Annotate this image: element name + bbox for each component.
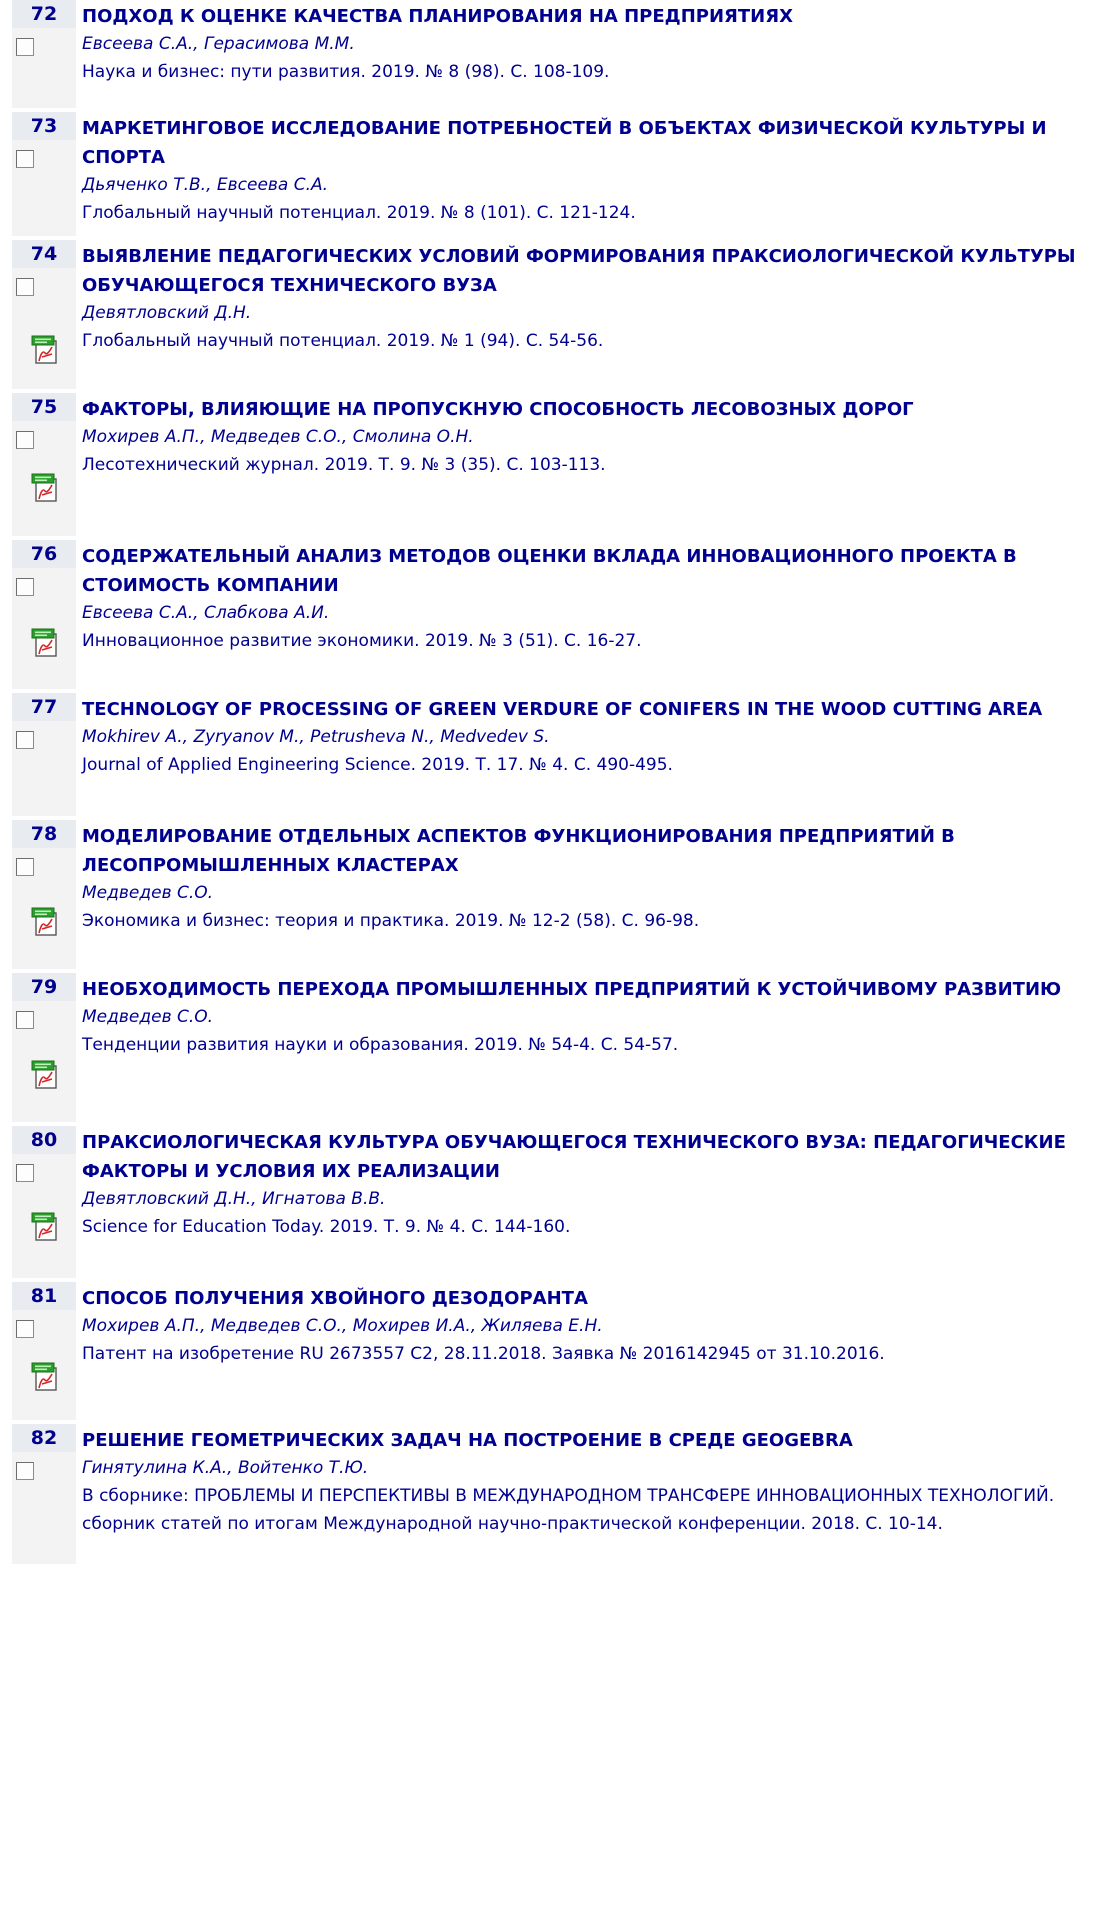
- record-side-column: 80: [12, 1126, 76, 1278]
- publication-source: В сборнике: ПРОБЛЕМЫ И ПЕРСПЕКТИВЫ В МЕЖ…: [82, 1486, 1055, 1534]
- publication-authors[interactable]: Девятловский Д.Н.: [82, 300, 1094, 327]
- publication-source: Патент на изобретение RU 2673557 C2, 28.…: [82, 1344, 885, 1364]
- checkbox-icon[interactable]: [16, 1164, 34, 1182]
- record-number: 77: [12, 693, 76, 721]
- record-content: СПОСОБ ПОЛУЧЕНИЯ ХВОЙНОГО ДЕЗОДОРАНТА Мох…: [82, 1284, 1094, 1368]
- record-side-column: 79: [12, 973, 76, 1122]
- record-side-column: 74: [12, 240, 76, 389]
- checkbox-icon[interactable]: [16, 1462, 34, 1480]
- list-item: 78 МОДЕЛИРОВАНИЕ ОТДЕЛЬНЫХ АСПЕКТОВ ФУНКЦ…: [0, 820, 1108, 969]
- record-side-column: 76: [12, 540, 76, 689]
- publication-authors[interactable]: Mokhirev A., Zyryanov M., Petrusheva N.,…: [82, 724, 1094, 751]
- list-item: 79 НЕОБХОДИМОСТЬ ПЕРЕХОДА ПРОМЫШЛЕННЫХ ПР…: [0, 973, 1108, 1122]
- record-number: 73: [12, 112, 76, 140]
- record-content: TECHNOLOGY OF PROCESSING OF GREEN VERDUR…: [82, 695, 1094, 779]
- record-number: 81: [12, 1282, 76, 1310]
- record-number: 74: [12, 240, 76, 268]
- checkbox-icon[interactable]: [16, 1011, 34, 1029]
- publication-title-link[interactable]: СОДЕРЖАТЕЛЬНЫЙ АНАЛИЗ МЕТОДОВ ОЦЕНКИ ВКЛ…: [82, 542, 1094, 600]
- record-content: НЕОБХОДИМОСТЬ ПЕРЕХОДА ПРОМЫШЛЕННЫХ ПРЕД…: [82, 975, 1094, 1059]
- list-item: 73 МАРКЕТИНГОВОЕ ИССЛЕДОВАНИЕ ПОТРЕБНОСТЕ…: [0, 112, 1108, 236]
- checkbox-icon[interactable]: [16, 431, 34, 449]
- publication-title-link[interactable]: ФАКТОРЫ, ВЛИЯЮЩИЕ НА ПРОПУСКНУЮ СПОСОБНО…: [82, 395, 1094, 424]
- publication-source: Экономика и бизнес: теория и практика. 2…: [82, 911, 700, 931]
- pdf-icon[interactable]: [30, 907, 60, 937]
- record-number: 78: [12, 820, 76, 848]
- checkbox-icon[interactable]: [16, 858, 34, 876]
- publication-authors[interactable]: Девятловский Д.Н., Игнатова В.В.: [82, 1186, 1094, 1213]
- publication-authors[interactable]: Мохирев А.П., Медведев С.О., Мохирев И.А…: [82, 1313, 1094, 1340]
- publication-title-link[interactable]: ПРАКСИОЛОГИЧЕСКАЯ КУЛЬТУРА ОБУЧАЮЩЕГОСЯ …: [82, 1128, 1094, 1186]
- record-content: МАРКЕТИНГОВОЕ ИССЛЕДОВАНИЕ ПОТРЕБНОСТЕЙ …: [82, 114, 1094, 227]
- publication-authors[interactable]: Евсеева С.А., Слабкова А.И.: [82, 600, 1094, 627]
- record-side-column: 81: [12, 1282, 76, 1420]
- checkbox-icon[interactable]: [16, 38, 34, 56]
- checkbox-icon[interactable]: [16, 150, 34, 168]
- publication-source: Инновационное развитие экономики. 2019. …: [82, 631, 642, 651]
- pdf-icon[interactable]: [30, 1060, 60, 1090]
- publication-title-link[interactable]: ПОДХОД К ОЦЕНКЕ КАЧЕСТВА ПЛАНИРОВАНИЯ НА…: [82, 2, 1094, 31]
- publication-title-link[interactable]: РЕШЕНИЕ ГЕОМЕТРИЧЕСКИХ ЗАДАЧ НА ПОСТРОЕН…: [82, 1426, 1094, 1455]
- publication-title-link[interactable]: МОДЕЛИРОВАНИЕ ОТДЕЛЬНЫХ АСПЕКТОВ ФУНКЦИО…: [82, 822, 1094, 880]
- pdf-icon[interactable]: [30, 1362, 60, 1392]
- record-side-column: 77: [12, 693, 76, 816]
- checkbox-icon[interactable]: [16, 278, 34, 296]
- pdf-icon[interactable]: [30, 1212, 60, 1242]
- list-item: 81 СПОСОБ ПОЛУЧЕНИЯ ХВОЙНОГО ДЕЗОДОРАНТА М…: [0, 1282, 1108, 1420]
- publication-source: Лесотехнический журнал. 2019. Т. 9. № 3 …: [82, 455, 606, 475]
- publication-title-link[interactable]: ВЫЯВЛЕНИЕ ПЕДАГОГИЧЕСКИХ УСЛОВИЙ ФОРМИРО…: [82, 242, 1094, 300]
- list-item: 75 ФАКТОРЫ, ВЛИЯЮЩИЕ НА ПРОПУСКНУЮ СПОСОБ…: [0, 393, 1108, 536]
- record-content: ПРАКСИОЛОГИЧЕСКАЯ КУЛЬТУРА ОБУЧАЮЩЕГОСЯ …: [82, 1128, 1094, 1241]
- publication-authors[interactable]: Дьяченко Т.В., Евсеева С.А.: [82, 172, 1094, 199]
- publication-authors[interactable]: Евсеева С.А., Герасимова М.М.: [82, 31, 1094, 58]
- list-item: 82 РЕШЕНИЕ ГЕОМЕТРИЧЕСКИХ ЗАДАЧ НА ПОСТРО…: [0, 1424, 1108, 1564]
- record-number: 82: [12, 1424, 76, 1452]
- publication-source: Глобальный научный потенциал. 2019. № 1 …: [82, 331, 604, 351]
- checkbox-icon[interactable]: [16, 1320, 34, 1338]
- record-content: МОДЕЛИРОВАНИЕ ОТДЕЛЬНЫХ АСПЕКТОВ ФУНКЦИО…: [82, 822, 1094, 935]
- list-item: 72 ПОДХОД К ОЦЕНКЕ КАЧЕСТВА ПЛАНИРОВАНИЯ …: [0, 0, 1108, 108]
- list-item: 80 ПРАКСИОЛОГИЧЕСКАЯ КУЛЬТУРА ОБУЧАЮЩЕГОС…: [0, 1126, 1108, 1278]
- record-side-column: 73: [12, 112, 76, 236]
- record-content: РЕШЕНИЕ ГЕОМЕТРИЧЕСКИХ ЗАДАЧ НА ПОСТРОЕН…: [82, 1426, 1094, 1538]
- list-item: 76 СОДЕРЖАТЕЛЬНЫЙ АНАЛИЗ МЕТОДОВ ОЦЕНКИ В…: [0, 540, 1108, 689]
- publication-authors[interactable]: Медведев С.О.: [82, 1004, 1094, 1031]
- publication-title-link[interactable]: МАРКЕТИНГОВОЕ ИССЛЕДОВАНИЕ ПОТРЕБНОСТЕЙ …: [82, 114, 1094, 172]
- publication-title-link[interactable]: СПОСОБ ПОЛУЧЕНИЯ ХВОЙНОГО ДЕЗОДОРАНТА: [82, 1284, 1094, 1313]
- record-number: 80: [12, 1126, 76, 1154]
- record-number: 79: [12, 973, 76, 1001]
- publication-title-link[interactable]: НЕОБХОДИМОСТЬ ПЕРЕХОДА ПРОМЫШЛЕННЫХ ПРЕД…: [82, 975, 1094, 1004]
- record-side-column: 82: [12, 1424, 76, 1564]
- publication-source: Journal of Applied Engineering Science. …: [82, 755, 673, 775]
- publication-authors[interactable]: Гинятулина К.А., Войтенко Т.Ю.: [82, 1455, 1094, 1482]
- pdf-icon[interactable]: [30, 628, 60, 658]
- publication-source: Science for Education Today. 2019. Т. 9.…: [82, 1217, 571, 1237]
- list-item: 74 ВЫЯВЛЕНИЕ ПЕДАГОГИЧЕСКИХ УСЛОВИЙ ФОРМИ…: [0, 240, 1108, 389]
- record-number: 76: [12, 540, 76, 568]
- publication-authors[interactable]: Медведев С.О.: [82, 880, 1094, 907]
- record-content: ВЫЯВЛЕНИЕ ПЕДАГОГИЧЕСКИХ УСЛОВИЙ ФОРМИРО…: [82, 242, 1094, 355]
- publication-source: Наука и бизнес: пути развития. 2019. № 8…: [82, 62, 610, 82]
- publication-source: Тенденции развития науки и образования. …: [82, 1035, 679, 1055]
- record-side-column: 72: [12, 0, 76, 108]
- pdf-icon[interactable]: [30, 335, 60, 365]
- pdf-icon[interactable]: [30, 473, 60, 503]
- publication-title-link[interactable]: TECHNOLOGY OF PROCESSING OF GREEN VERDUR…: [82, 695, 1094, 724]
- record-number: 72: [12, 0, 76, 28]
- record-side-column: 78: [12, 820, 76, 969]
- publication-source: Глобальный научный потенциал. 2019. № 8 …: [82, 203, 636, 223]
- record-content: СОДЕРЖАТЕЛЬНЫЙ АНАЛИЗ МЕТОДОВ ОЦЕНКИ ВКЛ…: [82, 542, 1094, 655]
- checkbox-icon[interactable]: [16, 731, 34, 749]
- list-item: 77 TECHNOLOGY OF PROCESSING OF GREEN VERD…: [0, 693, 1108, 816]
- record-number: 75: [12, 393, 76, 421]
- record-side-column: 75: [12, 393, 76, 536]
- record-content: ФАКТОРЫ, ВЛИЯЮЩИЕ НА ПРОПУСКНУЮ СПОСОБНО…: [82, 395, 1094, 479]
- checkbox-icon[interactable]: [16, 578, 34, 596]
- publication-authors[interactable]: Мохирев А.П., Медведев С.О., Смолина О.Н…: [82, 424, 1094, 451]
- record-content: ПОДХОД К ОЦЕНКЕ КАЧЕСТВА ПЛАНИРОВАНИЯ НА…: [82, 2, 1094, 86]
